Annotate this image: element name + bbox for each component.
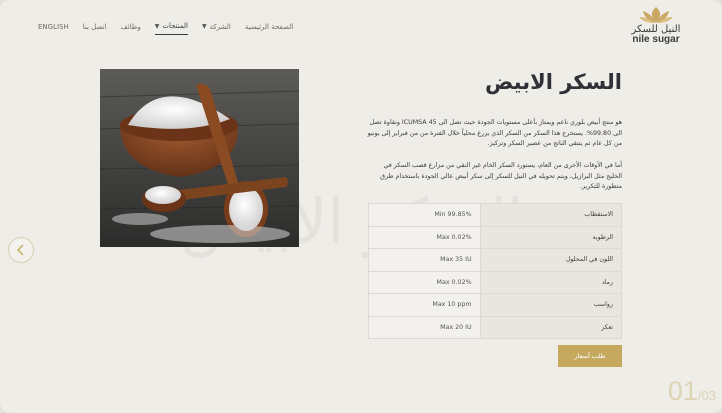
product-description-2: أما في الأوقات الأخرى من العام، يستورد ا… xyxy=(380,162,622,190)
nav-home-label: الصفحة الرئيسية xyxy=(244,22,294,31)
nav-jobs[interactable]: وظائف xyxy=(120,23,140,35)
nav-home[interactable]: الصفحة الرئيسية xyxy=(245,23,293,35)
spec-value: Max 10 ppm xyxy=(368,293,481,317)
nav-products-label: المنتجات xyxy=(162,22,188,30)
chevron-left-icon xyxy=(16,244,24,256)
request-quote-button[interactable]: طلب أسعار xyxy=(558,345,622,367)
leaf-emblem-icon xyxy=(639,7,673,23)
logo-english-text: nile sugar xyxy=(632,34,680,45)
nile-sugar-logo[interactable]: النيل للسكر nile sugar xyxy=(626,6,686,52)
table-row: Max 35 IU اللون في المحلول xyxy=(368,248,623,272)
nav-english-label: ENGLISH xyxy=(38,22,69,31)
spec-value: Max 0.02% xyxy=(368,270,481,294)
pager-total: /03 xyxy=(697,388,716,403)
spec-label: الرطوبة xyxy=(479,225,623,249)
table-row: Max 0.02% الرطوبة xyxy=(368,225,623,249)
nav-english[interactable]: ENGLISH xyxy=(38,23,69,35)
spec-value: Min 99.85% xyxy=(368,203,481,227)
chevron-down-icon: ▼ xyxy=(154,22,160,30)
spec-value: Max 0.02% xyxy=(368,225,481,249)
table-row: Max 0.02% رماد xyxy=(368,270,623,294)
spec-value: Max 35 IU xyxy=(368,248,481,272)
sugar-bowl-spoon-illustration xyxy=(100,69,299,247)
nav-company-label: الشركة xyxy=(209,22,231,31)
product-image xyxy=(100,69,299,247)
spec-label: رماد xyxy=(479,270,623,294)
spec-label: رواسب xyxy=(479,293,623,317)
product-description-1: هو منتج أبيض بلوري ناعم ويمتاز بأعلى مست… xyxy=(367,119,622,147)
table-row: Max 10 ppm رواسب xyxy=(368,293,623,317)
main-nav: ENGLISH اتصل بنا وظائف ▼ المنتجات ▼ الشر… xyxy=(38,22,307,35)
slide-pager: 01/03 xyxy=(668,376,716,407)
spec-value: Max 20 IU xyxy=(368,315,481,339)
nav-company[interactable]: ▼ الشركة xyxy=(202,23,231,35)
spec-label: اللون في المحلول xyxy=(479,248,623,272)
pager-current: 01 xyxy=(667,376,698,406)
nav-contact-label: اتصل بنا xyxy=(82,22,107,31)
spec-label: تعكر xyxy=(479,315,623,339)
specs-table: Min 99.85% الاستقطاب Max 0.02% الرطوبة M… xyxy=(368,203,623,339)
nav-products[interactable]: ▼ المنتجات xyxy=(154,22,188,35)
spec-label: الاستقطاب xyxy=(479,203,623,227)
page-card: ENGLISH اتصل بنا وظائف ▼ المنتجات ▼ الشر… xyxy=(0,0,722,413)
previous-slide-button[interactable] xyxy=(8,237,34,263)
nav-contact[interactable]: اتصل بنا xyxy=(83,23,107,35)
nav-jobs-label: وظائف xyxy=(120,22,141,31)
table-row: Max 20 IU تعكر xyxy=(368,315,623,339)
table-row: Min 99.85% الاستقطاب xyxy=(368,203,623,227)
product-title: السكر الابيض xyxy=(485,70,622,94)
chevron-down-icon: ▼ xyxy=(201,23,207,30)
